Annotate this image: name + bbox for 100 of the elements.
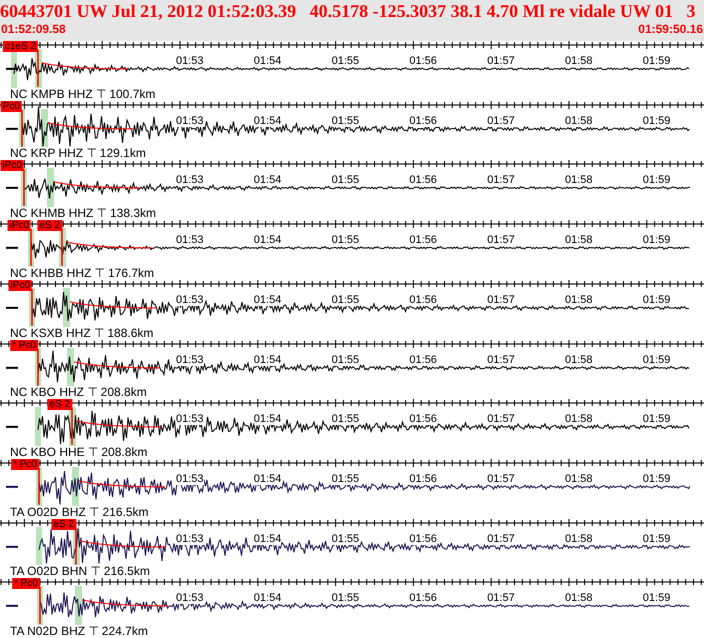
time-label: 01:58 [564,532,593,545]
pick-tag[interactable]: iPc0 [0,160,24,172]
time-label: 01:54 [254,234,282,246]
time-label: 01:57 [487,114,515,127]
station-label: NC KRP HHZ ⊤ 129.1km [10,147,146,160]
pick-tag[interactable]: c1eS 2 [2,41,38,52]
time-label: 01:58 [564,114,593,127]
time-label: 01:56 [409,592,437,604]
pick-tag[interactable]: * Pc0 [10,340,38,351]
time-label: 01:59 [642,174,670,186]
baseline-marker [6,306,18,309]
pick-tag[interactable]: Pc0 [0,100,22,112]
baseline-marker [6,605,18,608]
time-label: 01:58 [564,294,593,306]
baseline-marker [6,426,18,428]
time-label: 01:57 [487,55,515,67]
time-label: 01:55 [332,114,360,127]
time-label: 01:56 [409,354,437,366]
pick-line [38,468,40,505]
time-label: 01:54 [254,592,282,604]
time-label: 01:58 [564,592,593,604]
time-label: 01:54 [254,472,282,485]
pick-line [23,169,25,206]
time-label: 01:58 [564,234,593,246]
pick-tag[interactable]: eS 2 [47,399,72,410]
time-label: 01:58 [564,413,593,426]
time-label: 01:57 [487,413,515,426]
station-label: TA O02D BHN ⊤ 216.5km [10,565,150,578]
time-label: 01:57 [487,234,515,246]
time-label: 01:57 [487,354,515,366]
time-label: 01:56 [409,532,437,545]
time-label: 01:55 [332,294,360,306]
station-label: NC KBO HHE ⊤ 208.8km [10,446,148,459]
station-label: NC KMPB HHZ ⊤ 100.7km [10,88,156,101]
pick-line [37,50,39,87]
time-label: 01:55 [332,55,360,67]
time-label: 01:55 [332,354,360,366]
time-label: 01:55 [332,592,360,604]
time-label: 01:58 [564,174,593,186]
time-label: 01:53 [176,413,204,426]
time-label: 01:59 [642,413,670,426]
time-label: 01:53 [176,592,204,604]
pick-line [21,110,23,146]
pick-line [31,288,33,326]
time-label: 01:54 [254,413,282,426]
start-time: 01:52:09.58 [1,22,66,36]
time-label: 01:59 [642,294,670,306]
pick-tag[interactable]: * Pc0 [12,578,40,590]
baseline-marker [6,545,18,548]
time-label: 01:55 [332,174,360,186]
time-label: 01:54 [254,532,282,545]
time-label: 01:58 [564,354,593,366]
event-title: 60443701 UW Jul 21, 2012 01:52:03.39 40.5178 -125.3037 38.1 4.70 Ml re vidale UW 01 3 [0,0,696,22]
time-label: 01:56 [409,413,437,426]
time-label: 01:59 [642,592,670,604]
time-label: 01:56 [409,472,437,485]
time-label: 01:54 [254,55,282,67]
station-label: TA O02D BHZ ⊤ 216.5km [10,506,148,519]
time-label: 01:57 [487,174,515,186]
pick-line [30,229,32,266]
time-label: 01:53 [176,294,204,306]
time-label: 01:53 [176,354,204,366]
baseline-marker [6,68,18,70]
pick-line [61,229,63,266]
time-label: 01:56 [409,234,437,246]
baseline-marker [6,486,18,488]
time-label: 01:55 [332,472,360,485]
time-label: 01:59 [642,354,670,366]
pick-tag[interactable]: eS 2 [51,518,76,530]
time-label: 01:59 [642,532,670,545]
pick-tag[interactable]: * Pc0 [11,458,39,470]
time-label: 01:54 [254,114,282,127]
time-label: 01:54 [254,174,282,186]
pick-tag[interactable]: eS 2 [37,220,62,232]
time-label: 01:57 [487,294,515,306]
time-label: 01:53 [176,55,204,67]
time-label: 01:56 [409,114,437,127]
pick-tag[interactable]: iPc0 [8,280,32,291]
time-label: 01:57 [487,472,515,485]
baseline-marker [6,128,18,130]
station-label: NC KHMB HHZ ⊤ 138.3km [10,207,156,220]
time-label: 01:55 [332,532,360,545]
time-label: 01:54 [254,354,282,366]
time-label: 01:53 [176,472,204,485]
station-label: NC KHBB HHZ ⊤ 176.7km [10,266,154,280]
time-label: 01:59 [642,472,670,485]
pick-tag[interactable]: iPc0 [8,220,31,232]
station-label: TA N02D BHZ ⊤ 224.7km [10,625,148,638]
time-label: 01:53 [176,174,204,186]
time-label: 01:56 [409,174,437,186]
time-label: 01:55 [332,234,360,246]
baseline-marker [6,187,18,190]
pick-line [39,587,41,624]
time-label: 01:57 [487,592,515,604]
pick-line [71,408,73,445]
time-label: 01:58 [564,472,593,485]
pick-line [75,528,77,564]
time-label: 01:57 [487,532,515,545]
pick-line [37,348,39,386]
time-label: 01:56 [409,294,437,306]
